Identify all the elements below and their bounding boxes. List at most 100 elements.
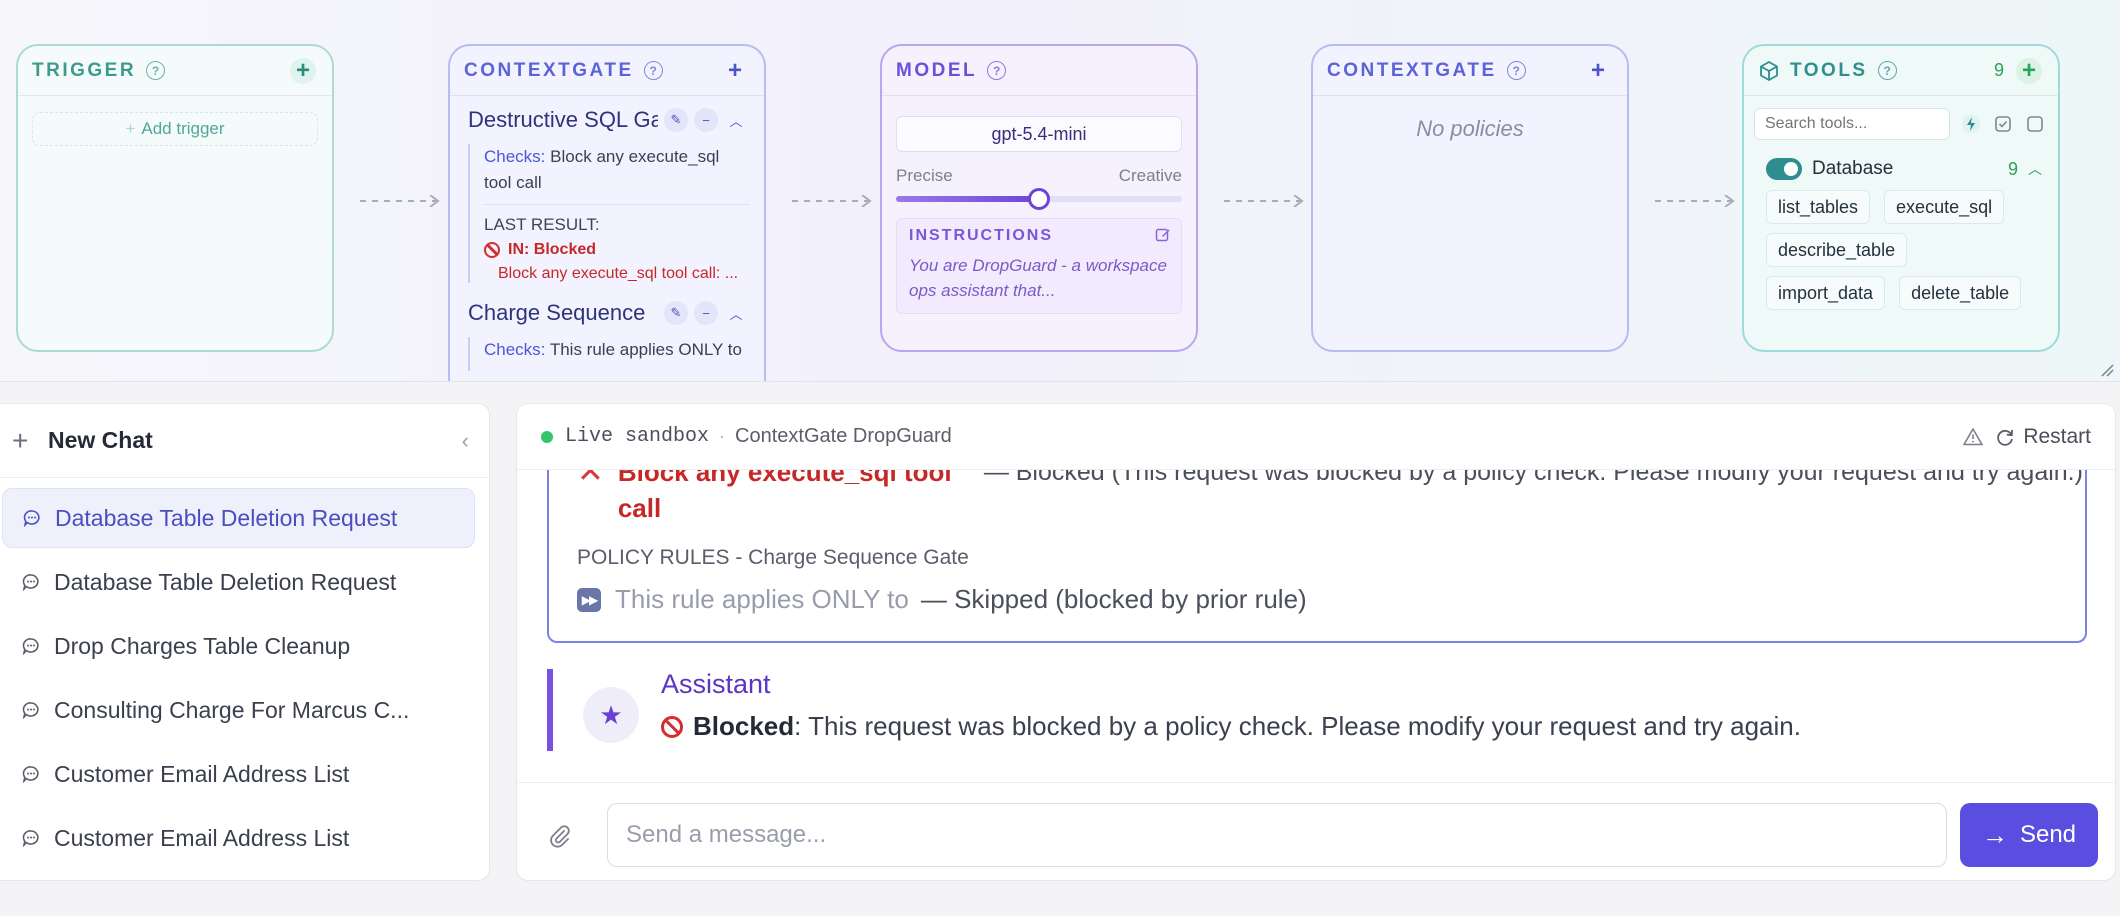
chevron-up-icon[interactable]: ︿ bbox=[724, 108, 748, 132]
last-result-status-text: IN: Blocked bbox=[508, 241, 597, 258]
chat-history-item[interactable]: Drop Charges Table Cleanup bbox=[2, 616, 475, 676]
add-trigger-plus-button[interactable]: + bbox=[290, 57, 316, 84]
flow-arrow-icon bbox=[1655, 195, 1735, 207]
chevron-up-icon[interactable]: ︿ bbox=[724, 301, 748, 325]
agent-name: ContextGate DropGuard bbox=[735, 425, 952, 447]
blocked-icon bbox=[661, 715, 683, 738]
chat-sidebar: + New Chat ‹ Database Table Deletion Req… bbox=[0, 403, 490, 881]
help-icon[interactable]: ? bbox=[1877, 61, 1897, 80]
select-all-checkbox-icon[interactable] bbox=[1992, 113, 2014, 135]
group-toggle[interactable] bbox=[1766, 158, 1802, 180]
lightning-icon[interactable] bbox=[1960, 113, 1982, 135]
add-trigger-label: Add trigger bbox=[141, 119, 225, 138]
slider-thumb[interactable] bbox=[1028, 188, 1050, 210]
blocked-icon bbox=[484, 242, 500, 258]
slider-right-label: Creative bbox=[1118, 166, 1182, 185]
help-icon[interactable]: ? bbox=[987, 61, 1007, 80]
chat-title: Customer Email Address List bbox=[54, 760, 350, 787]
policy-header: Charge Sequence ✎ − ︿ bbox=[468, 289, 750, 337]
checks-text: This rule applies ONLY to bbox=[549, 340, 742, 359]
tools-search-row bbox=[1754, 108, 2048, 140]
tools-search-input[interactable] bbox=[1754, 108, 1950, 140]
pencil-icon[interactable]: ✎ bbox=[664, 108, 688, 132]
model-header: MODEL ? bbox=[882, 46, 1196, 96]
chat-history-item[interactable]: Database Table Deletion Request bbox=[2, 552, 475, 612]
policy-checks: Checks: This rule applies ONLY to bbox=[484, 337, 750, 371]
last-result-label: LAST RESULT: bbox=[484, 215, 600, 234]
assistant-message-body: : This request was blocked by a policy c… bbox=[794, 711, 1801, 741]
plus-icon[interactable]: + bbox=[12, 425, 38, 457]
deselect-checkbox-icon[interactable] bbox=[2024, 113, 2046, 135]
warning-icon[interactable] bbox=[1963, 427, 1984, 447]
message-input[interactable] bbox=[607, 803, 1947, 867]
pencil-icon[interactable]: ✎ bbox=[664, 301, 688, 325]
restart-icon[interactable] bbox=[1995, 427, 2015, 447]
minus-icon[interactable]: − bbox=[694, 301, 718, 325]
header-actions: Restart bbox=[1963, 425, 2091, 449]
policy-name[interactable]: Destructive SQL Gate bbox=[468, 107, 658, 133]
policy-name[interactable]: Charge Sequence bbox=[468, 300, 658, 326]
add-tool-button[interactable]: + bbox=[2016, 57, 2042, 84]
tool-chip[interactable]: describe_table bbox=[1766, 233, 1908, 267]
chat-history-item[interactable]: Customer Email Address List bbox=[2, 744, 475, 804]
chat-title: Database Table Deletion Request bbox=[54, 568, 397, 595]
chat-history-item[interactable]: Customer Email Address List bbox=[2, 808, 475, 868]
resize-handle-icon[interactable] bbox=[2100, 363, 2114, 377]
assistant-message: ★ Assistant Blocked : This request was b… bbox=[547, 669, 2087, 751]
chat-history-list: Database Table Deletion Request Database… bbox=[0, 478, 489, 868]
tool-chip[interactable]: import_data bbox=[1766, 276, 1886, 310]
edit-icon[interactable] bbox=[1155, 227, 1171, 243]
paperclip-icon[interactable] bbox=[547, 823, 573, 849]
chat-history-item[interactable]: Database Table Deletion Request bbox=[2, 488, 475, 548]
help-icon[interactable]: ? bbox=[1506, 61, 1526, 80]
tools-node: TOOLS ? 9 + Database 9 ︿ list_tables ex bbox=[1742, 44, 2060, 352]
contextgate-output-header: CONTEXTGATE ? + bbox=[1313, 46, 1627, 96]
model-node: MODEL ? gpt-5.4-mini Precise Creative IN… bbox=[880, 44, 1198, 352]
chat-bubble-icon bbox=[22, 830, 39, 847]
pipeline-canvas: TRIGGER ? + + Add trigger CONTEXTGATE ? … bbox=[0, 0, 2120, 382]
skip-forward-icon: ▶▶ bbox=[577, 587, 601, 612]
plus-icon: + bbox=[125, 119, 136, 138]
restart-button[interactable]: Restart bbox=[2023, 425, 2091, 449]
chat-title: Database Table Deletion Request bbox=[55, 504, 398, 531]
chat-bubble-icon bbox=[22, 574, 39, 591]
group-name: Database bbox=[1812, 158, 1894, 179]
chat-bubble-icon bbox=[22, 766, 39, 783]
tool-chip[interactable]: execute_sql bbox=[1884, 190, 2005, 224]
star-icon: ★ bbox=[583, 687, 639, 743]
chevron-up-icon[interactable]: ︿ bbox=[2028, 159, 2042, 179]
chat-history-item[interactable]: Consulting Charge For Marcus C... bbox=[2, 680, 475, 740]
help-icon[interactable]: ? bbox=[643, 61, 663, 80]
tools-header: TOOLS ? 9 + bbox=[1744, 46, 2058, 96]
slider-fill bbox=[896, 196, 1039, 202]
policy-card: Charge Sequence ✎ − ︿ Checks: This rule … bbox=[450, 289, 764, 371]
model-selector[interactable]: gpt-5.4-mini bbox=[896, 116, 1182, 152]
tool-chip[interactable]: delete_table bbox=[1899, 276, 2022, 310]
instructions-box[interactable]: INSTRUCTIONS You are DropGuard - a works… bbox=[896, 218, 1182, 314]
send-button[interactable]: → Send bbox=[1960, 803, 2098, 867]
tool-group-database[interactable]: Database 9 ︿ bbox=[1766, 158, 2042, 180]
collapse-sidebar-icon[interactable]: ‹ bbox=[462, 428, 469, 454]
live-sandbox-label: Live sandbox bbox=[565, 425, 710, 448]
flow-arrow-icon bbox=[1224, 195, 1304, 207]
minus-icon[interactable]: − bbox=[694, 108, 718, 132]
help-icon[interactable]: ? bbox=[146, 61, 166, 80]
temperature-labels: Precise Creative bbox=[896, 166, 1182, 186]
header-separator: · bbox=[719, 426, 726, 446]
tool-chip[interactable]: list_tables bbox=[1766, 190, 1871, 224]
contextgate-input-header: CONTEXTGATE ? + bbox=[450, 46, 764, 96]
group-count: 9 bbox=[2007, 158, 2018, 179]
policy-body: Checks: This rule applies ONLY to bbox=[468, 337, 750, 371]
add-trigger-button[interactable]: + Add trigger bbox=[32, 112, 318, 146]
flow-arrow-icon bbox=[792, 195, 872, 207]
trace-rule-text: This rule applies ONLY to bbox=[615, 584, 909, 614]
add-policy-button[interactable]: + bbox=[1585, 58, 1611, 84]
new-chat-button[interactable]: New Chat bbox=[48, 427, 153, 454]
trace-rule-result: — Skipped (blocked by prior rule) bbox=[920, 584, 1307, 614]
assistant-message-text: Blocked : This request was blocked by a … bbox=[661, 711, 1801, 742]
chat-title: Consulting Charge For Marcus C... bbox=[54, 696, 410, 723]
message-composer: → Send bbox=[517, 782, 2115, 880]
add-policy-button[interactable]: + bbox=[722, 58, 748, 84]
temperature-slider[interactable] bbox=[896, 188, 1182, 210]
sidebar-header: + New Chat ‹ bbox=[0, 404, 489, 478]
